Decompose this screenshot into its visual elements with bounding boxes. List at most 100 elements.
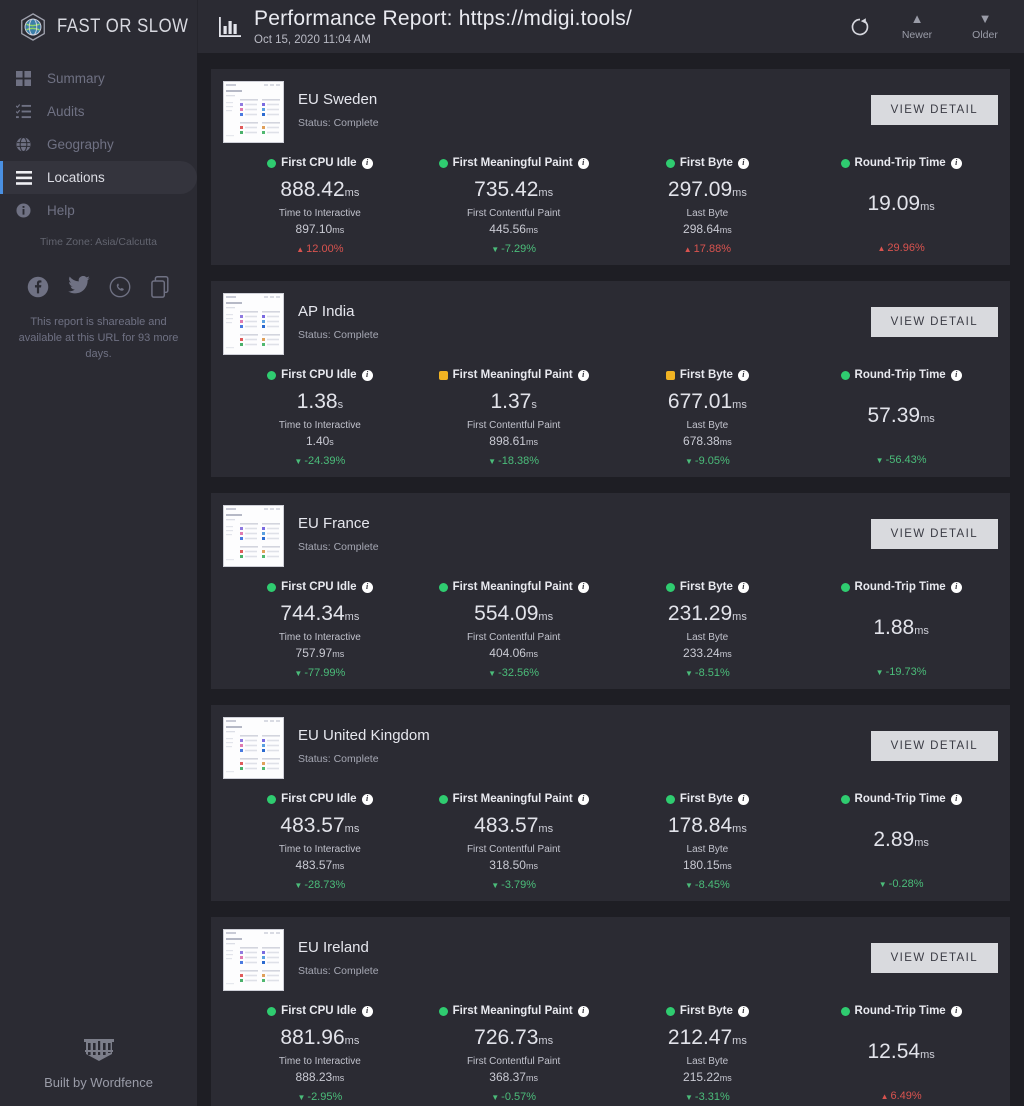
- newer-button[interactable]: ▲ Newer: [896, 12, 938, 41]
- whatsapp-icon[interactable]: [109, 276, 131, 298]
- metric-primary-value: 677.01ms: [611, 389, 805, 418]
- info-icon[interactable]: i: [950, 1005, 962, 1017]
- view-detail-button[interactable]: VIEW DETAIL: [870, 307, 998, 337]
- metric-delta: ▼ -7.29%: [417, 243, 611, 255]
- metric-delta-value: -24.39%: [304, 455, 346, 467]
- status-good-indicator-icon: [438, 582, 448, 592]
- info-icon[interactable]: i: [950, 369, 962, 381]
- view-detail-button[interactable]: VIEW DETAIL: [870, 519, 998, 549]
- info-icon[interactable]: i: [577, 369, 589, 381]
- info-icon[interactable]: i: [361, 157, 373, 169]
- view-detail-button[interactable]: VIEW DETAIL: [870, 943, 998, 973]
- info-icon[interactable]: i: [577, 157, 589, 169]
- metric-secondary-number: 1.40: [305, 434, 330, 448]
- info-icon[interactable]: i: [361, 581, 373, 593]
- sidebar-item-audits[interactable]: Audits: [0, 95, 197, 128]
- app-root: FAST OR SLOW Summary Audits Geography Lo…: [0, 0, 1024, 1106]
- list-lines-icon: [14, 168, 33, 187]
- metric-delta-value: 17.88%: [693, 243, 731, 255]
- location-card-titles: AP India Status: Complete: [298, 293, 379, 341]
- metric-primary-number: 297.09: [667, 178, 733, 201]
- topbar: Performance Report: https://mdigi.tools/…: [197, 0, 1024, 53]
- metric-header: First Byte i: [611, 157, 805, 169]
- delta-up-arrow-icon: ▲: [296, 245, 305, 254]
- sidebar-item-locations[interactable]: Locations: [0, 161, 197, 194]
- metric-primary-unit: ms: [732, 1035, 747, 1047]
- info-icon[interactable]: i: [361, 793, 373, 805]
- status-good-indicator-icon: [665, 582, 675, 592]
- location-card-titles: EU France Status: Complete: [298, 505, 379, 553]
- info-icon[interactable]: i: [577, 1005, 589, 1017]
- delta-down-arrow-icon: ▼: [878, 880, 887, 889]
- metric-delta: ▲ 12.00%: [223, 243, 417, 255]
- metric-delta-value: -18.38%: [498, 455, 540, 467]
- metric-delta: ▼ -8.45%: [611, 879, 805, 891]
- location-name: EU Ireland: [298, 939, 369, 956]
- sidebar-item-geography[interactable]: Geography: [0, 128, 197, 161]
- sidebar-item-help[interactable]: Help: [0, 194, 197, 227]
- info-icon[interactable]: i: [737, 793, 749, 805]
- metric-delta: ▼ -28.73%: [223, 879, 417, 891]
- metric-first-cpu-idle: First CPU Idle i 888.42ms Time to Interacti…: [223, 157, 417, 255]
- metric-delta-value: -7.29%: [501, 243, 537, 255]
- globe-icon: [14, 135, 33, 154]
- metric-header: First CPU Idle i: [223, 1005, 417, 1017]
- metric-secondary-number: 445.56: [489, 222, 526, 236]
- metric-row: First CPU Idle i 744.34ms Time to Interacti…: [223, 581, 998, 679]
- page-thumbnail[interactable]: [223, 293, 284, 355]
- delta-down-arrow-icon: ▼: [875, 668, 884, 677]
- status-good-indicator-icon: [267, 1006, 277, 1016]
- info-icon[interactable]: i: [950, 793, 962, 805]
- refresh-icon[interactable]: [850, 17, 870, 37]
- facebook-icon[interactable]: [27, 276, 49, 298]
- info-icon[interactable]: i: [737, 157, 749, 169]
- view-detail-button[interactable]: VIEW DETAIL: [870, 95, 998, 125]
- location-status: Status: Complete: [298, 753, 379, 765]
- info-icon[interactable]: i: [361, 1005, 373, 1017]
- older-button[interactable]: ▼ Older: [964, 12, 1006, 41]
- metric-primary-unit: ms: [920, 201, 935, 213]
- location-name: EU United Kingdom: [298, 727, 430, 744]
- metric-header: Round-Trip Time i: [804, 369, 998, 381]
- metric-delta-value: -32.56%: [498, 667, 540, 679]
- delta-up-arrow-icon: ▲: [880, 1092, 889, 1101]
- metric-label: First Byte: [679, 157, 733, 169]
- status-good-indicator-icon: [665, 158, 675, 168]
- metric-header: First Byte i: [611, 1005, 805, 1017]
- view-detail-button[interactable]: VIEW DETAIL: [870, 731, 998, 761]
- info-icon[interactable]: i: [577, 581, 589, 593]
- metric-header: Round-Trip Time i: [804, 1005, 998, 1017]
- metric-delta: ▼ -3.31%: [611, 1091, 805, 1103]
- metric-delta: ▲ 6.49%: [804, 1090, 998, 1102]
- location-name: EU France: [298, 515, 370, 532]
- info-icon[interactable]: i: [361, 369, 373, 381]
- metric-round-trip-time: Round-Trip Time i 2.89ms ▼ -0.28%: [804, 793, 998, 891]
- metric-primary-unit: ms: [914, 837, 929, 849]
- delta-down-arrow-icon: ▼: [294, 669, 303, 678]
- page-thumbnail[interactable]: [223, 505, 284, 567]
- page-thumbnail[interactable]: [223, 717, 284, 779]
- metric-primary-number: 1.38: [296, 390, 338, 413]
- info-icon[interactable]: i: [950, 581, 962, 593]
- twitter-icon[interactable]: [68, 276, 90, 298]
- status-good-indicator-icon: [840, 158, 850, 168]
- brand[interactable]: FAST OR SLOW: [0, 0, 197, 53]
- metric-primary-value: 1.88ms: [804, 615, 998, 644]
- metric-delta-value: -0.28%: [888, 878, 924, 890]
- metric-delta: ▼ -77.99%: [223, 667, 417, 679]
- info-icon[interactable]: i: [577, 793, 589, 805]
- metric-primary-unit: ms: [344, 823, 360, 835]
- page-thumbnail[interactable]: [223, 81, 284, 143]
- info-icon[interactable]: i: [737, 581, 749, 593]
- metric-delta-value: -77.99%: [304, 667, 346, 679]
- metric-primary-number: 726.73: [474, 1026, 539, 1049]
- copy-link-icon[interactable]: [150, 276, 170, 298]
- info-icon[interactable]: i: [737, 369, 749, 381]
- info-icon[interactable]: i: [737, 1005, 749, 1017]
- info-icon[interactable]: i: [950, 157, 962, 169]
- checklist-icon: [14, 102, 33, 121]
- sidebar-item-summary[interactable]: Summary: [0, 62, 197, 95]
- metric-delta-value: -0.57%: [501, 1091, 537, 1103]
- page-thumbnail[interactable]: [223, 929, 284, 991]
- metric-primary-value: 726.73ms: [417, 1025, 611, 1054]
